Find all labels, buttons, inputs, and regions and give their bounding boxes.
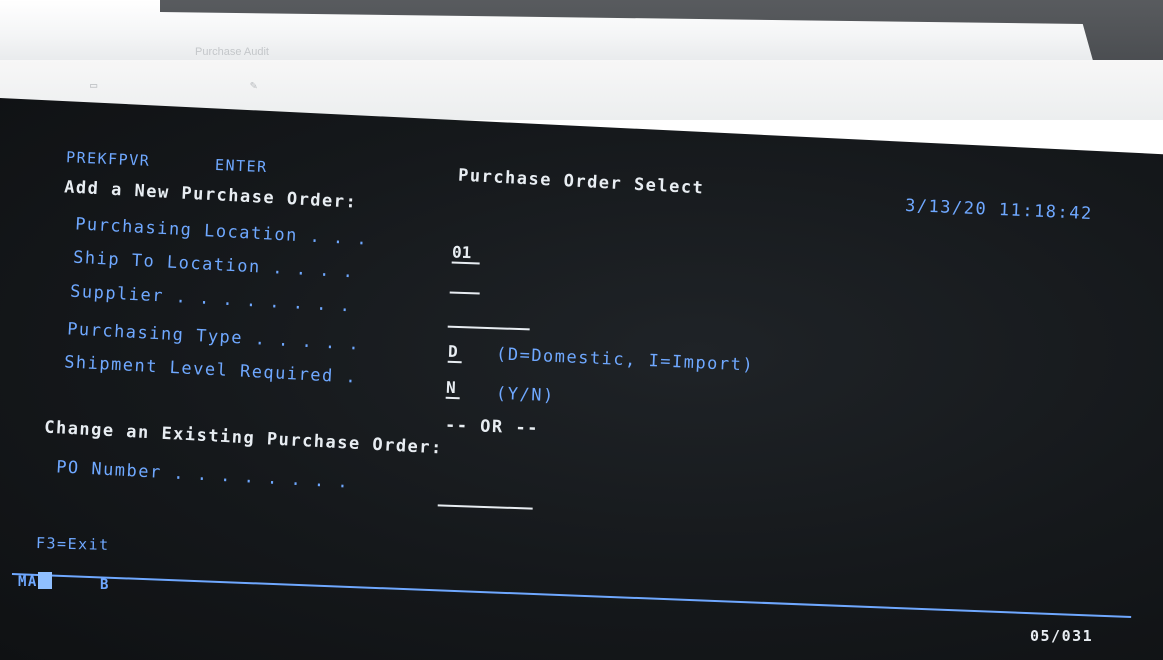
- f3-exit-key[interactable]: F3=Exit: [36, 534, 110, 554]
- toolbar-icon[interactable]: ✎: [250, 78, 257, 92]
- program-name: PREKFPVR: [65, 148, 151, 170]
- status-indicator-b: B: [100, 577, 110, 593]
- purchasing-type-input[interactable]: D: [447, 341, 463, 364]
- shipment-level-input[interactable]: N: [445, 377, 461, 400]
- shipment-level-hint: (Y/N): [495, 383, 556, 407]
- mode-indicator: ENTER: [214, 155, 269, 177]
- ship-to-location-input[interactable]: [449, 273, 481, 295]
- supplier-input[interactable]: [447, 307, 531, 331]
- window-title: Purchase Audit: [195, 46, 269, 58]
- or-separator: -- OR --: [444, 415, 540, 439]
- purchasing-location-input[interactable]: 01: [451, 242, 481, 265]
- cursor-position: 05/031: [1030, 627, 1094, 645]
- status-indicator-left: MA: [18, 574, 38, 590]
- po-number-input[interactable]: [437, 486, 534, 510]
- toolbar-icon[interactable]: ▭: [90, 78, 97, 92]
- terminal-cursor: [38, 572, 52, 589]
